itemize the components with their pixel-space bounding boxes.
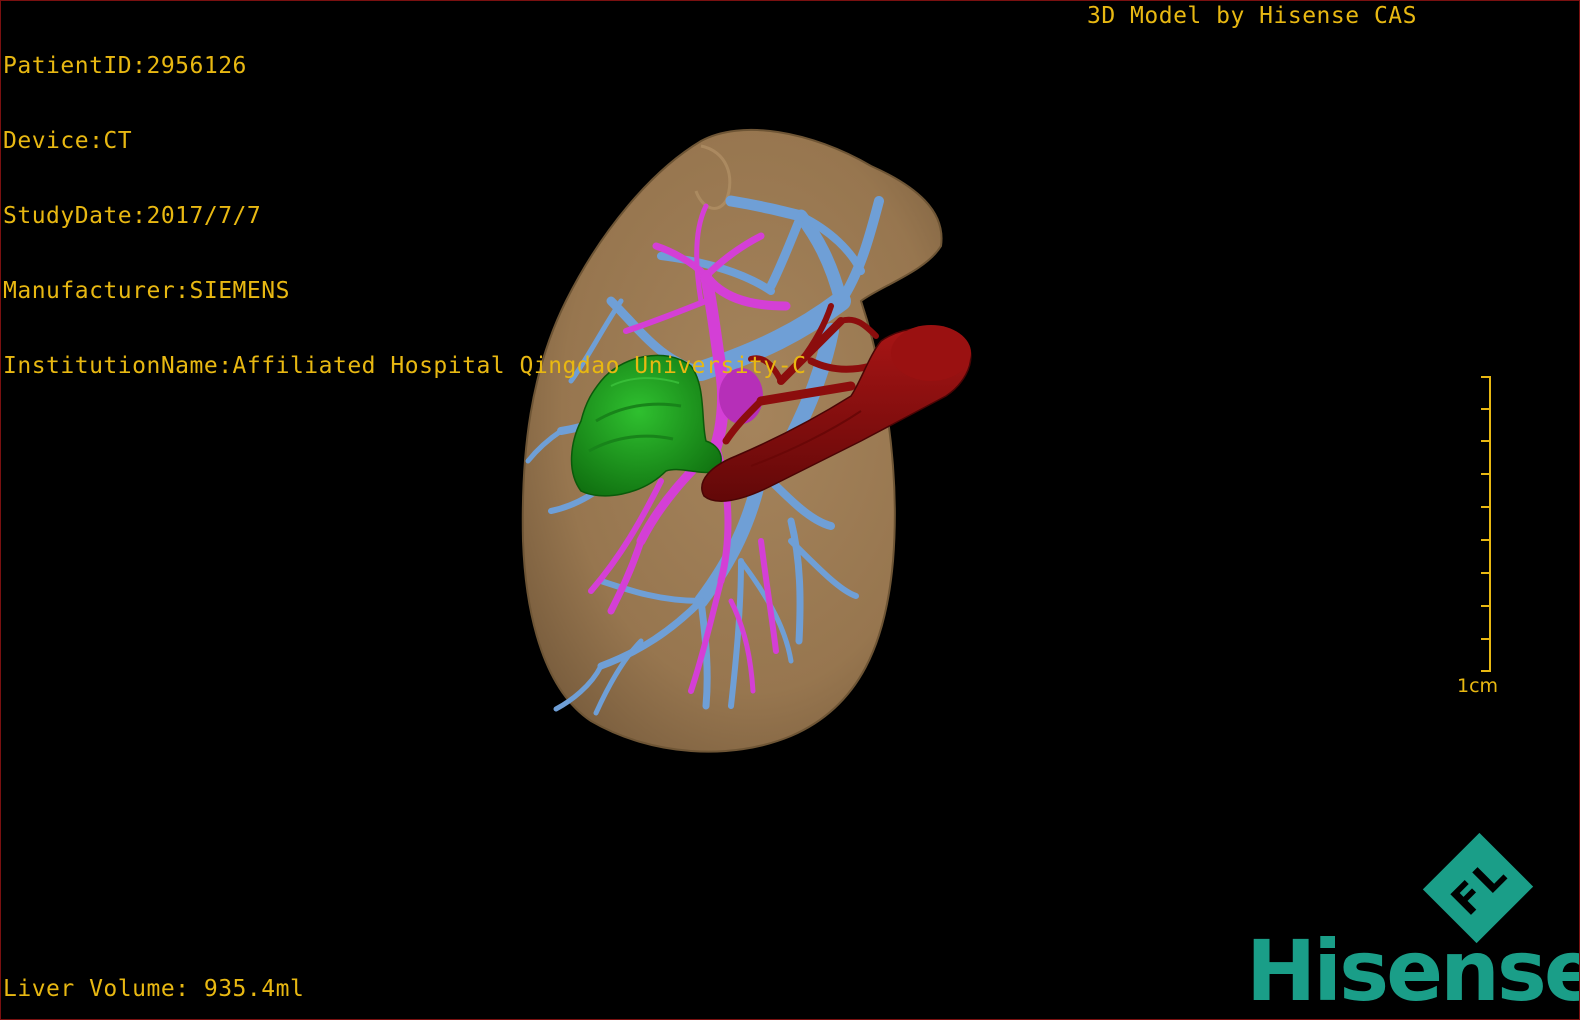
scale-bar-icon xyxy=(1481,376,1491,672)
device: Device:CT xyxy=(3,128,133,154)
model-credit: 3D Model by Hisense CAS xyxy=(1087,3,1417,29)
scale-label: 1cm xyxy=(1457,675,1499,697)
institution-name: InstitutionName:Affiliated Hospital Qing… xyxy=(3,353,807,379)
study-date: StudyDate:2017/7/7 xyxy=(3,203,262,229)
manufacturer: Manufacturer:SIEMENS xyxy=(3,278,290,304)
patient-id: PatientID:2956126 xyxy=(3,53,247,79)
liver-volume: Liver Volume: 935.4ml xyxy=(3,976,305,1002)
patient-info: PatientID:2956126 Device:CT StudyDate:20… xyxy=(3,4,806,429)
hisense-logo-text: Hisense xyxy=(1246,922,1580,1020)
3d-viewport[interactable]: PatientID:2956126 Device:CT StudyDate:20… xyxy=(0,0,1580,1020)
